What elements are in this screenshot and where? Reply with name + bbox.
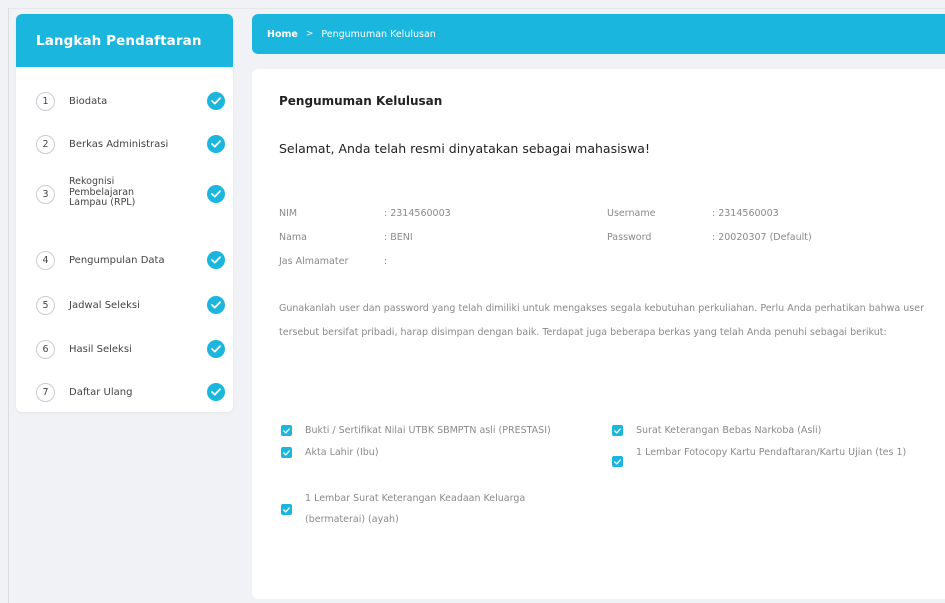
checkbox-checked-icon (612, 456, 623, 467)
step-number: 4 (36, 251, 55, 270)
nama-value: : BENI (384, 232, 413, 243)
step-number: 2 (36, 135, 55, 154)
breadcrumb-separator-icon: > (305, 29, 314, 39)
check-circle-icon (207, 92, 225, 110)
checkbox-checked-icon (612, 425, 623, 436)
frame-border-top (8, 8, 945, 9)
instruction-paragraph: Gunakanlah user dan password yang telah … (279, 303, 924, 338)
step-label: Jadwal Seleksi (69, 300, 140, 311)
congratulation-message: Selamat, Anda telah resmi dinyatakan seb… (279, 141, 650, 156)
username-value: : 2314560003 (712, 208, 779, 219)
step-number: 3 (36, 185, 55, 204)
password-value: : 20020307 (Default) (712, 232, 812, 243)
step-number: 7 (36, 383, 55, 402)
document-label: Surat Keterangan Bebas Narkoba (Asli) (636, 425, 822, 436)
nim-value: : 2314560003 (384, 208, 451, 219)
step-label: Berkas Administrasi (69, 139, 169, 150)
check-circle-icon (207, 296, 225, 314)
breadcrumb-home-link[interactable]: Home (267, 29, 298, 40)
check-circle-icon (207, 185, 225, 203)
check-circle-icon (207, 251, 225, 269)
checkbox-checked-icon (281, 504, 292, 515)
jas-almamater-value: : (384, 256, 388, 267)
check-circle-icon (207, 383, 225, 401)
step-number: 6 (36, 340, 55, 359)
checkbox-checked-icon (281, 447, 292, 458)
frame-border-left (8, 8, 9, 603)
breadcrumb: Home > Pengumuman Kelulusan (252, 14, 945, 54)
page-title: Pengumuman Kelulusan (279, 94, 443, 108)
step-label: Biodata (69, 96, 108, 107)
check-circle-icon (207, 135, 225, 153)
document-label: Akta Lahir (Ibu) (305, 447, 379, 458)
step-number: 1 (36, 92, 55, 111)
step-label: Rekognisi Pembelajaran Lampau (RPL) (69, 176, 136, 208)
document-label: 1 Lembar Surat Keterangan Keadaan Keluar… (305, 493, 526, 525)
document-label: Bukti / Sertifikat Nilai UTBK SBMPTN asl… (305, 425, 551, 436)
document-label: 1 Lembar Fotocopy Kartu Pendaftaran/Kart… (636, 447, 907, 458)
nim-label: NIM (279, 208, 298, 219)
breadcrumb-current: Pengumuman Kelulusan (321, 28, 436, 40)
step-number: 5 (36, 296, 55, 315)
password-label: Password (607, 232, 652, 243)
check-circle-icon (207, 340, 225, 358)
jas-almamater-label: Jas Almamater (279, 256, 349, 267)
step-label: Pengumpulan Data (69, 255, 165, 266)
username-label: Username (607, 208, 656, 219)
nama-label: Nama (279, 232, 308, 243)
checkbox-checked-icon (281, 425, 292, 436)
step-label: Hasil Seleksi (69, 344, 132, 355)
sidebar-title: Langkah Pendaftaran (16, 14, 233, 67)
graduation-announcement-card: Pengumuman Kelulusan Selamat, Anda telah… (252, 69, 945, 599)
step-label: Daftar Ulang (69, 387, 133, 398)
registration-steps-sidebar: Langkah Pendaftaran 1 Biodata 2 Berkas A… (16, 14, 233, 412)
